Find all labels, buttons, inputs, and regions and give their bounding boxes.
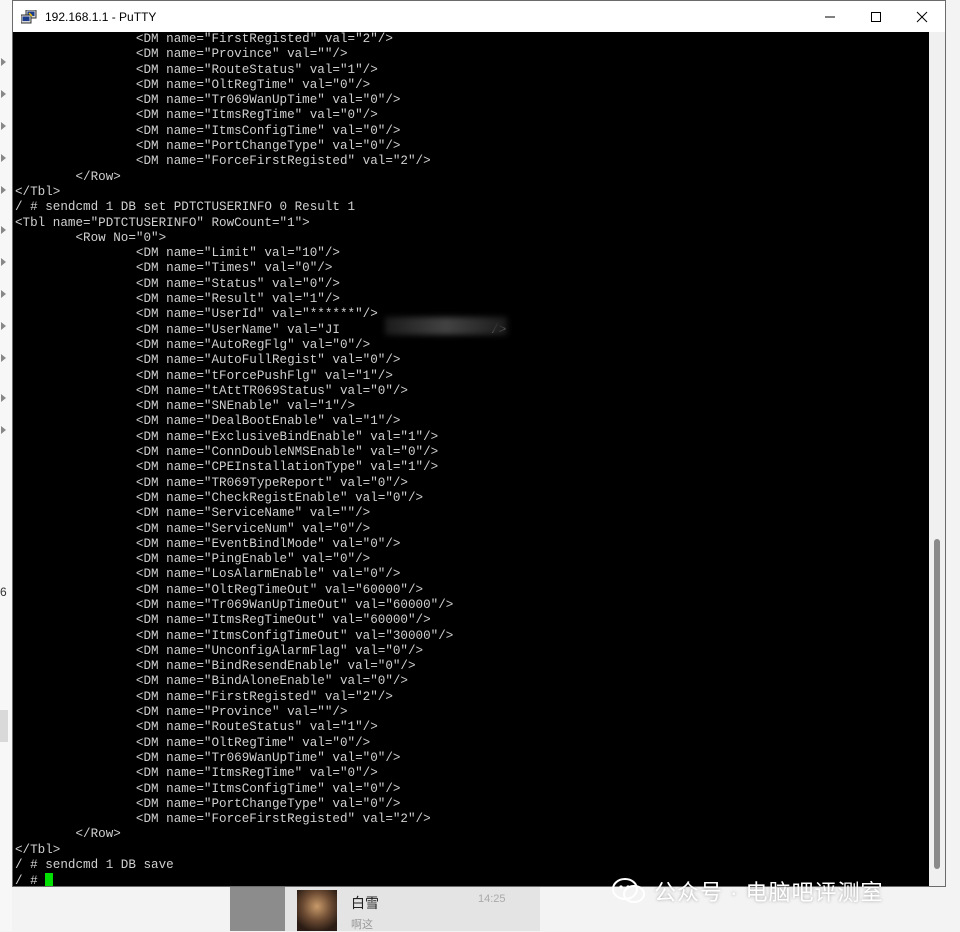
terminal-line: <DM name="Status" val="0"/> <box>135 276 340 291</box>
terminal-line: <DM name="PortChangeType" val="0"/> <box>135 139 401 154</box>
terminal-line: <DM name="ForceFirstRegisted" val="2"/> <box>135 812 431 827</box>
terminal-line: <DM name="ConnDoubleNMSEnable" val="0"/> <box>135 445 439 460</box>
chevron-right-icon <box>1 58 6 66</box>
window-title: 192.168.1.1 - PuTTY <box>45 9 157 24</box>
terminal-line: </Row> <box>75 827 121 842</box>
chevron-right-icon <box>1 226 6 234</box>
chevron-right-icon <box>1 426 6 434</box>
minimize-icon <box>825 16 835 17</box>
terminal-line: <DM name="ServiceName" val=""/> <box>135 506 371 521</box>
terminal-line: <DM name="TR069TypeReport" val="0"/> <box>135 475 408 490</box>
chat-contact-name: 白雪 <box>351 895 379 911</box>
terminal-line: <DM name="UserId" val="******"/> <box>135 307 378 322</box>
terminal-line: <DM name="LosAlarmEnable" val="0"/> <box>135 567 401 582</box>
chevron-right-icon <box>1 154 6 162</box>
terminal-line: <DM name="ServiceNum" val="0"/> <box>135 521 371 536</box>
terminal-line: <DM name="Result" val="1"/> <box>135 292 340 307</box>
chevron-right-icon <box>1 354 6 362</box>
terminal-line: <DM name="AutoRegFlg" val="0"/> <box>135 337 371 352</box>
terminal-line: <DM name="Tr069WanUpTime" val="0"/> <box>135 93 401 108</box>
terminal-line: <DM name="tForcePushFlg" val="1"/> <box>135 368 393 383</box>
terminal-cursor <box>45 873 54 886</box>
terminal-line: </Tbl> <box>15 842 61 857</box>
terminal-line: / # sendcmd 1 DB set PDTCTUSERINFO 0 Res… <box>15 200 356 215</box>
putty-icon[interactable] <box>21 9 37 24</box>
terminal-line: </Row> <box>75 169 121 184</box>
terminal-line: <DM name="Province" val=""/> <box>135 47 348 62</box>
terminal-line: <DM name="Times" val="0"/> <box>135 261 333 276</box>
chevron-right-icon <box>1 322 6 330</box>
terminal-line: <DM name="ItmsRegTime" val="0"/> <box>135 766 378 781</box>
chat-timestamp: 14:25 <box>478 893 506 905</box>
terminal-line: <DM name="ForceFirstRegisted" val="2"/> <box>135 154 431 169</box>
terminal-line: <DM name="RouteStatus" val="1"/> <box>135 720 378 735</box>
background-scroll-bar <box>0 710 8 742</box>
chevron-right-icon <box>1 394 6 402</box>
terminal-line: <DM name="CheckRegistEnable" val="0"/> <box>135 490 424 505</box>
terminal-line: <DM name="Tr069WanUpTime" val="0"/> <box>135 750 401 765</box>
close-button[interactable] <box>899 1 945 32</box>
terminal-line: <DM name="BindResendEnable" val="0"/> <box>135 659 416 674</box>
background-app-edge: 6 <box>0 0 12 931</box>
terminal-line: <DM name="PingEnable" val="0"/> <box>135 552 371 567</box>
watermark-text: 公众号 · 电脑吧评测室 <box>654 880 884 905</box>
terminal-line: <DM name="FirstRegisted" val="2"/> <box>135 32 393 46</box>
chevron-right-icon <box>1 258 6 266</box>
terminal-scrollbar[interactable] <box>929 32 945 886</box>
terminal-line: </Tbl> <box>15 184 61 199</box>
terminal-line: <DM name="OltRegTimeOut" val="60000"/> <box>135 582 424 597</box>
terminal-line: <DM name="ItmsRegTime" val="0"/> <box>135 108 378 123</box>
title-bar[interactable]: 192.168.1.1 - PuTTY <box>13 1 945 32</box>
background-number: 6 <box>0 585 7 599</box>
terminal-line: <DM name="ExclusiveBindEnable" val="1"/> <box>135 429 439 444</box>
terminal-prompt: / # <box>15 874 46 886</box>
chat-message-preview: 啊这 <box>351 919 373 931</box>
terminal-line: <DM name="SNEnable" val="1"/> <box>135 399 356 414</box>
terminal-line: <DM name="DealBootEnable" val="1"/> <box>135 414 401 429</box>
wechat-icon <box>612 878 645 903</box>
terminal-line: <DM name="Province" val=""/> <box>135 705 348 720</box>
terminal-output[interactable]: <DM name="FirstRegisted" val="2"/> <DM n… <box>13 32 929 886</box>
terminal-line: <Row No="0"> <box>75 230 167 245</box>
maximize-button[interactable] <box>853 1 899 32</box>
terminal-line: <DM name="tAttTR069Status" val="0"/> <box>135 383 408 398</box>
terminal-line: <DM name="CPEInstallationType" val="1"/> <box>135 460 439 475</box>
terminal-line: <DM name="BindAloneEnable" val="0"/> <box>135 674 408 689</box>
maximize-icon <box>871 11 881 22</box>
terminal-line: <DM name="OltRegTime" val="0"/> <box>135 735 371 750</box>
terminal-line: <DM name="Limit" val="10"/> <box>135 246 340 261</box>
terminal-line: <DM name="UnconfigAlarmFlag" val="0"/> <box>135 643 424 658</box>
terminal-line: <DM name="PortChangeType" val="0"/> <box>135 796 401 811</box>
minimize-button[interactable] <box>807 1 853 32</box>
background-chat-sidebar <box>230 887 285 931</box>
terminal-line: <DM name="ItmsRegTimeOut" val="60000"/> <box>135 613 431 628</box>
terminal-text: <DM name="FirstRegisted" val="2"/> <DM n… <box>13 32 929 886</box>
avatar <box>297 890 337 931</box>
terminal-line: / # sendcmd 1 DB save <box>15 858 174 873</box>
terminal-line: <DM name="Tr069WanUpTimeOut" val="60000"… <box>135 597 454 612</box>
chevron-right-icon <box>1 290 6 298</box>
scrollbar-thumb[interactable] <box>934 539 940 869</box>
chevron-right-icon <box>1 186 6 194</box>
putty-window: 192.168.1.1 - PuTTY <DM name="FirstRegis… <box>12 0 946 887</box>
chevron-right-icon <box>1 90 6 98</box>
terminal-line: <DM name="RouteStatus" val="1"/> <box>135 62 378 77</box>
terminal-line: <DM name="OltRegTime" val="0"/> <box>135 77 371 92</box>
close-icon <box>916 11 928 22</box>
redacted-username <box>385 317 507 335</box>
terminal-line: <DM name="FirstRegisted" val="2"/> <box>135 689 393 704</box>
terminal-line: <Tbl name="PDTCTUSERINFO" RowCount="1"> <box>15 215 310 230</box>
terminal-line: <DM name="ItmsConfigTimeOut" val="30000"… <box>135 628 454 643</box>
terminal-line: <DM name="ItmsConfigTime" val="0"/> <box>135 123 401 138</box>
chevron-right-icon <box>1 122 6 130</box>
terminal-line: <DM name="AutoFullRegist" val="0"/> <box>135 353 401 368</box>
terminal-line: <DM name="EventBindlMode" val="0"/> <box>135 536 401 551</box>
terminal-line: <DM name="ItmsConfigTime" val="0"/> <box>135 781 401 796</box>
watermark: 公众号 · 电脑吧评测室 <box>612 875 884 907</box>
